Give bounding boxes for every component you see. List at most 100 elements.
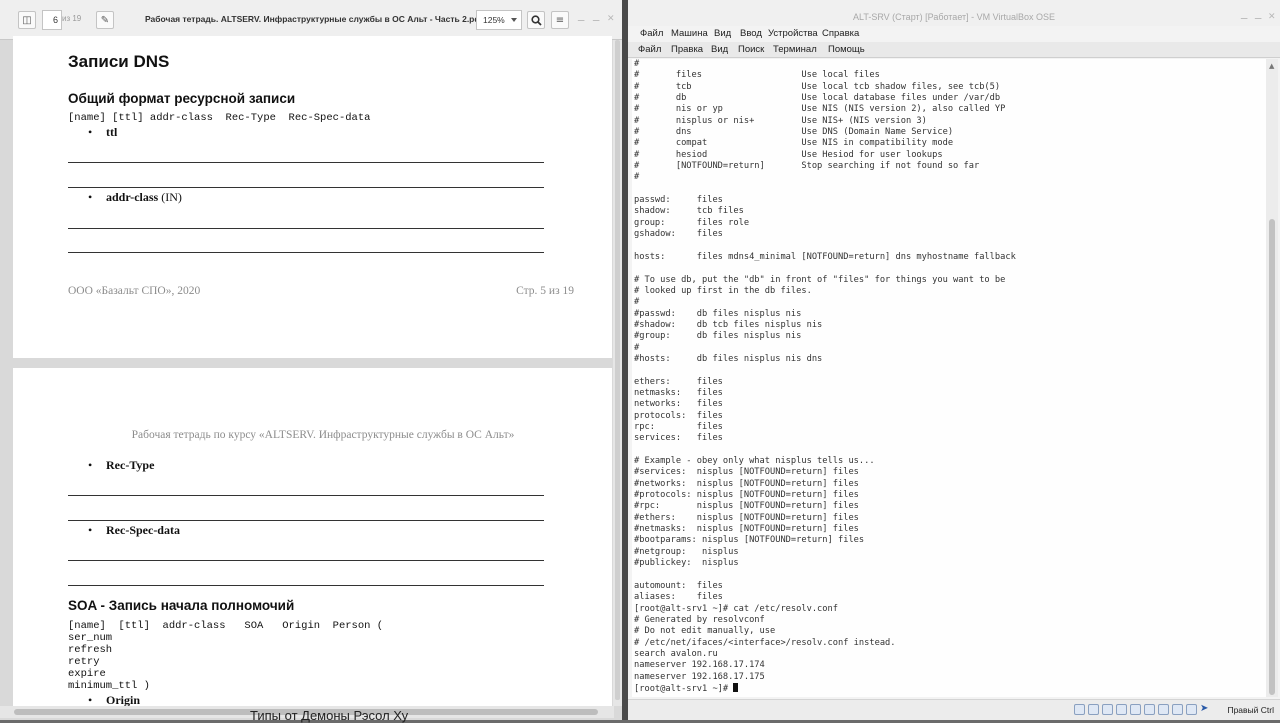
terminal-menu-edit[interactable]: Правка	[671, 44, 703, 55]
search-icon	[530, 14, 542, 26]
soa-line: retry	[68, 656, 100, 668]
terminal-line: #publickey: nisplus	[634, 558, 739, 569]
page-count-label: из 19	[62, 14, 82, 23]
shared-folders-icon[interactable]	[1144, 704, 1155, 715]
menu-button[interactable]: ≡	[551, 11, 569, 29]
fill-line	[68, 520, 544, 521]
terminal-line: # hesiod Use Hesiod for user lookups	[634, 149, 943, 160]
terminal-line: # dns Use DNS (Domain Name Service)	[634, 127, 954, 138]
fill-line	[68, 252, 544, 253]
network-icon[interactable]	[1116, 704, 1127, 715]
terminal-menu-view[interactable]: Вид	[711, 44, 728, 55]
annotate-button[interactable]: ✎	[96, 11, 114, 29]
bullet-addr-class: • addr-class (IN)	[88, 190, 182, 204]
minimize-icon[interactable]: ⚊	[577, 14, 585, 24]
mouse-integration-icon[interactable]: ➤	[1200, 703, 1208, 714]
page-heading: Записи DNS	[68, 52, 170, 71]
terminal-line: #shadow: db tcb files nisplus nis	[634, 319, 823, 330]
pdf-viewer-window: ◫ 6 из 19 ✎ Рабочая тетрадь. ALTSERV. Ин…	[0, 0, 622, 720]
virtualbox-window: ALT-SRV (Старт) [Работает] - VM VirtualB…	[628, 0, 1280, 720]
soa-line: refresh	[68, 644, 113, 656]
terminal-line: #	[634, 172, 640, 183]
terminal-line: #services: nisplus [NOTFOUND=return] fil…	[634, 467, 859, 478]
bullet-origin: • Origin	[88, 693, 141, 706]
terminal-menubar: Файл Правка Вид Поиск Терминал Помощь	[628, 42, 1280, 58]
display-icon[interactable]	[1158, 704, 1169, 715]
minimize-icon[interactable]: ⚊	[1240, 12, 1248, 22]
vbox-statusbar: ➤ Правый Ctrl	[628, 699, 1280, 720]
soa-line: expire	[68, 668, 106, 680]
close-icon[interactable]: ✕	[607, 14, 615, 24]
terminal-line: networks: files	[634, 399, 723, 410]
sidebar-toggle-button[interactable]: ◫	[18, 11, 36, 29]
optical-drive-icon[interactable]	[1088, 704, 1099, 715]
terminal-line: nameserver 192.168.17.175	[634, 671, 765, 682]
pdf-vertical-scrollbar[interactable]	[613, 40, 622, 706]
recording-icon[interactable]	[1172, 704, 1183, 715]
menu-view[interactable]: Вид	[714, 28, 731, 39]
terminal-menu-help[interactable]: Помощь	[828, 44, 865, 55]
hamburger-icon: ≡	[555, 14, 565, 26]
bullet-ttl: • ttl	[88, 125, 118, 139]
terminal-line: # Example - obey only what nisplus tells…	[634, 456, 875, 467]
menu-file[interactable]: Файл	[640, 28, 663, 39]
search-button[interactable]	[527, 11, 545, 29]
terminal-line: # /etc/net/ifaces/<interface>/resolv.con…	[634, 637, 896, 648]
close-icon[interactable]: ✕	[1268, 12, 1276, 22]
terminal-menu-search[interactable]: Поиск	[738, 44, 764, 55]
menu-machine[interactable]: Машина	[671, 28, 708, 39]
terminal-line: # To use db, put the "db" in front of "f…	[634, 274, 1006, 285]
terminal-menu-terminal[interactable]: Терминал	[773, 44, 817, 55]
terminal-line: #netgroup: nisplus	[634, 546, 739, 557]
terminal-line: # looked up first in the db files.	[634, 285, 812, 296]
maximize-icon[interactable]: ⚊	[1254, 12, 1262, 22]
window-title: ALT-SRV (Старт) [Работает] - VM VirtualB…	[852, 12, 1056, 22]
terminal-line: services: files	[634, 433, 723, 444]
terminal-line: search avalon.ru	[634, 648, 718, 659]
terminal-line: hosts: files mdns4_minimal [NOTFOUND=ret…	[634, 251, 1016, 262]
terminal-line: #networks: nisplus [NOTFOUND=return] fil…	[634, 478, 859, 489]
hdd-icon[interactable]	[1074, 704, 1085, 715]
terminal-line: netmasks: files	[634, 387, 723, 398]
terminal-line: # nisplus or nis+ Use NIS+ (NIS version …	[634, 115, 927, 126]
pdf-toolbar: ◫ 6 из 19 ✎ Рабочая тетрадь. ALTSERV. Ин…	[0, 0, 622, 40]
menu-help[interactable]: Справка	[822, 28, 859, 39]
terminal-line: # Generated by resolvconf	[634, 614, 765, 625]
terminal-line: #protocols: nisplus [NOTFOUND=return] fi…	[634, 490, 859, 501]
zoom-value: 125%	[483, 15, 505, 25]
terminal-line: #bootparams: nisplus [NOTFOUND=return] f…	[634, 535, 865, 546]
bullet-rec-type: • Rec-Type	[88, 458, 155, 472]
host-key-label: Правый Ctrl	[1227, 705, 1274, 715]
terminal-line: #rpc: nisplus [NOTFOUND=return] files	[634, 501, 859, 512]
fill-line	[68, 162, 544, 163]
terminal-line: [root@alt-srv1 ~]#	[634, 683, 734, 694]
terminal-line: shadow: tcb files	[634, 206, 744, 217]
terminal-line: rpc: files	[634, 422, 723, 432]
terminal-line: ethers: files	[634, 376, 723, 387]
menu-devices[interactable]: Устройства	[768, 28, 818, 39]
terminal-menu-file[interactable]: Файл	[638, 44, 661, 55]
terminal-output[interactable]: # # files Use local files # tcb Use loca…	[632, 59, 1266, 697]
scroll-up-icon[interactable]: ▲	[1269, 62, 1274, 70]
terminal-line: # Do not edit manually, use	[634, 626, 776, 637]
terminal-line: #	[634, 59, 640, 69]
menu-input[interactable]: Ввод	[740, 28, 762, 39]
maximize-icon[interactable]: ⚊	[592, 14, 600, 24]
terminal-line: gshadow: files	[634, 229, 723, 240]
fill-line	[68, 585, 544, 586]
soa-line: [name] [ttl] addr-class SOA Origin Perso…	[68, 620, 384, 632]
pdf-page-6: Рабочая тетрадь по курсу «ALTSERV. Инфра…	[13, 368, 612, 706]
audio-icon[interactable]	[1102, 704, 1113, 715]
scrollbar-thumb[interactable]	[1269, 219, 1275, 695]
scrollbar-thumb[interactable]	[615, 40, 620, 700]
fill-line	[68, 560, 544, 561]
section-heading: Общий формат ресурсной записи	[68, 91, 296, 106]
zoom-select[interactable]: 125%	[476, 10, 522, 30]
cpu-icon[interactable]	[1186, 704, 1197, 715]
vbox-titlebar: ALT-SRV (Старт) [Работает] - VM VirtualB…	[628, 0, 1280, 28]
terminal-scrollbar[interactable]: ▲	[1266, 59, 1278, 697]
vbox-menubar: Файл Машина Вид Ввод Устройства Справка	[628, 26, 1280, 42]
sidebar-icon: ◫	[22, 14, 32, 26]
usb-icon[interactable]	[1130, 704, 1141, 715]
page-number-input[interactable]: 6	[42, 10, 62, 30]
